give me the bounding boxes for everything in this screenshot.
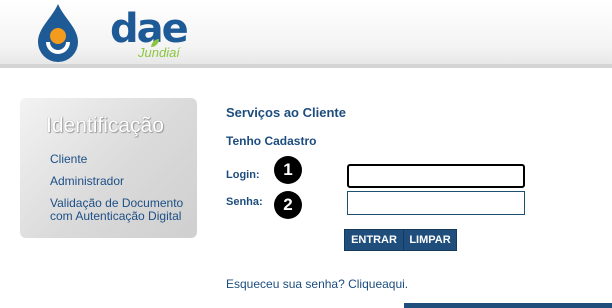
sidebar-item-validacao-documento-line2[interactable]: com Autenticação Digital — [50, 209, 181, 223]
enter-button[interactable]: ENTRAR — [344, 229, 404, 251]
logo-city: Jundiaí — [138, 45, 180, 60]
forgot-password-text: Esqueceu sua senha? Cliqueaqui. — [226, 277, 408, 291]
section-subtitle: Tenho Cadastro — [226, 134, 317, 148]
step-badge-1: 1 — [274, 156, 302, 184]
password-label: Senha: — [226, 196, 263, 208]
header-divider — [0, 64, 612, 68]
forgot-password-link[interactable]: Cliqueaqui. — [348, 277, 408, 291]
dae-logo[interactable]: dae Jundiaí — [34, 2, 189, 62]
sidebar-item-cliente[interactable]: Cliente — [50, 152, 87, 166]
sidebar-item-validacao-documento[interactable]: Validação de Documento — [50, 196, 183, 210]
identification-title: Identificação — [46, 114, 164, 137]
login-label: Login: — [226, 169, 260, 181]
sidebar-item-administrador[interactable]: Administrador — [50, 174, 124, 188]
section-title: Serviços ao Cliente — [226, 105, 346, 120]
water-drop-icon — [38, 4, 78, 62]
password-input[interactable] — [347, 191, 525, 215]
footer-bar — [404, 303, 612, 308]
step-badge-2: 2 — [274, 191, 302, 219]
login-input[interactable] — [347, 164, 525, 188]
clear-button[interactable]: LIMPAR — [403, 229, 457, 251]
forgot-password-question: Esqueceu sua senha? — [226, 277, 349, 291]
leaf-icon — [151, 39, 159, 47]
